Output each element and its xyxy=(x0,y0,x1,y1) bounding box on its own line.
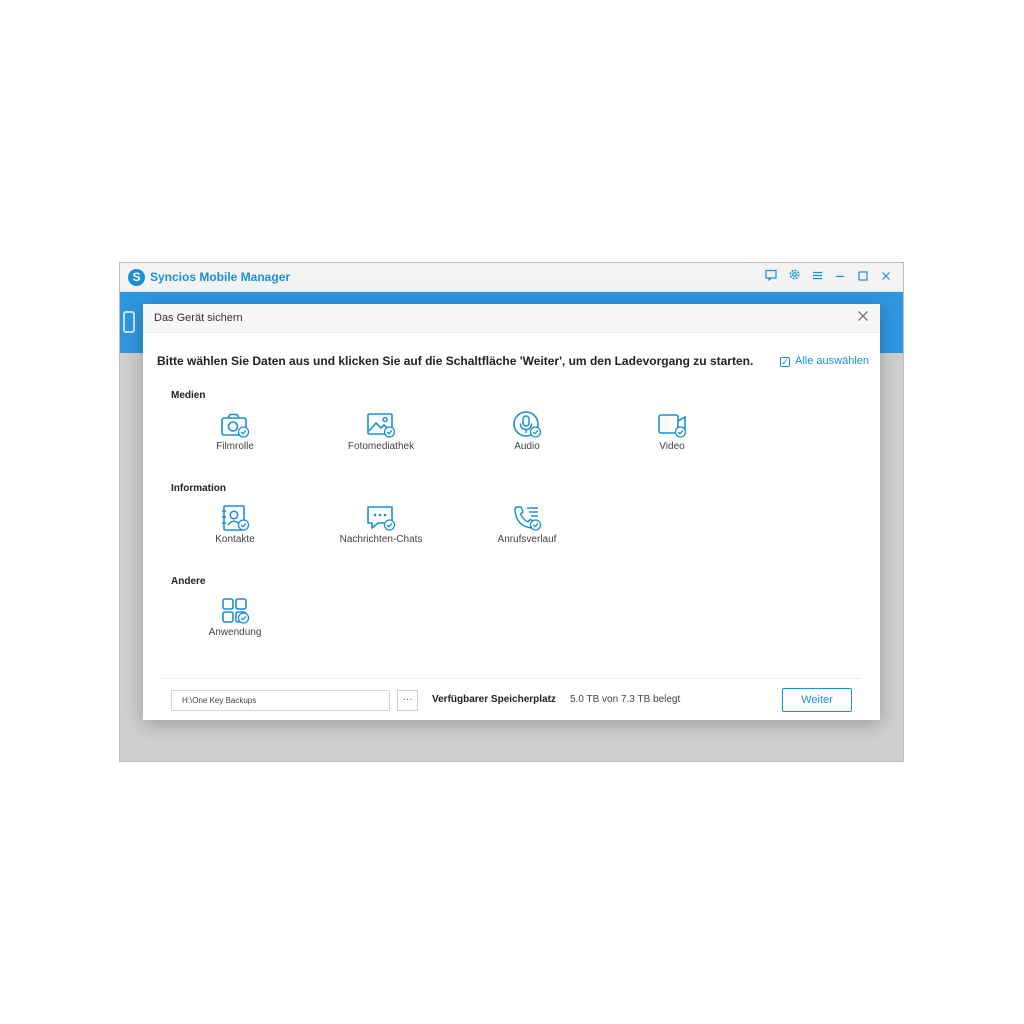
checkbox-checked-icon: ✓ xyxy=(780,357,790,367)
maximize-icon[interactable] xyxy=(854,268,872,286)
storage-value: 5.0 TB von 7.3 TB belegt xyxy=(570,694,681,705)
storage-label: Verfügbarer Speicherplatz xyxy=(432,694,556,705)
item-anwendung[interactable]: Anwendung xyxy=(175,597,295,645)
title-bar: S Syncios Mobile Manager xyxy=(120,263,903,292)
section-title-information: Information xyxy=(171,483,226,494)
item-label: Filmrolle xyxy=(216,441,254,452)
app-title: Syncios Mobile Manager xyxy=(150,270,291,284)
item-label: Anwendung xyxy=(208,627,262,638)
item-label: Anrufsverlauf xyxy=(497,534,557,545)
phone-icon xyxy=(123,311,135,333)
camera-icon xyxy=(221,413,250,438)
item-audio[interactable]: Audio xyxy=(467,411,587,459)
backup-dialog: Das Gerät sichern Bitte wählen Sie Daten… xyxy=(143,304,880,720)
dialog-close-icon[interactable] xyxy=(855,310,871,326)
item-filmrolle[interactable]: Filmrolle xyxy=(175,411,295,459)
contacts-icon xyxy=(222,505,250,531)
item-label: Audio xyxy=(514,441,540,452)
footer-divider xyxy=(161,678,861,679)
item-label: Video xyxy=(659,441,685,452)
dialog-header: Das Gerät sichern xyxy=(143,304,880,333)
menu-icon[interactable] xyxy=(808,268,826,286)
image-icon xyxy=(367,413,396,438)
next-button[interactable]: Weiter xyxy=(782,688,852,712)
call-log-icon xyxy=(514,506,542,531)
select-all-checkbox[interactable]: ✓ Alle auswählen xyxy=(780,355,869,367)
item-nachrichten-chats[interactable]: Nachrichten-Chats xyxy=(321,504,441,552)
chat-icon xyxy=(367,506,396,531)
close-icon[interactable] xyxy=(877,268,895,286)
section-title-andere: Andere xyxy=(171,576,206,587)
gear-icon[interactable] xyxy=(785,268,803,286)
item-kontakte[interactable]: Kontakte xyxy=(175,504,295,552)
browse-button[interactable]: ··· xyxy=(397,690,418,711)
minimize-icon[interactable] xyxy=(831,268,849,286)
apps-icon xyxy=(222,598,250,624)
item-label: Nachrichten-Chats xyxy=(339,534,423,545)
item-fotomediathek[interactable]: Fotomediathek xyxy=(321,411,441,459)
item-label: Kontakte xyxy=(215,534,255,545)
microphone-icon xyxy=(513,411,542,438)
dialog-title: Das Gerät sichern xyxy=(154,312,243,324)
select-all-label: Alle auswählen xyxy=(795,355,869,367)
syncios-logo-icon: S xyxy=(128,269,145,286)
feedback-icon[interactable] xyxy=(762,268,780,286)
section-title-medien: Medien xyxy=(171,390,206,401)
instruction-text: Bitte wählen Sie Daten aus und klicken S… xyxy=(157,354,754,368)
item-anrufsverlauf[interactable]: Anrufsverlauf xyxy=(467,504,587,552)
backup-path-input[interactable] xyxy=(171,690,390,711)
item-label: Fotomediathek xyxy=(347,441,415,452)
video-icon xyxy=(658,414,687,438)
item-video[interactable]: Video xyxy=(612,411,732,459)
